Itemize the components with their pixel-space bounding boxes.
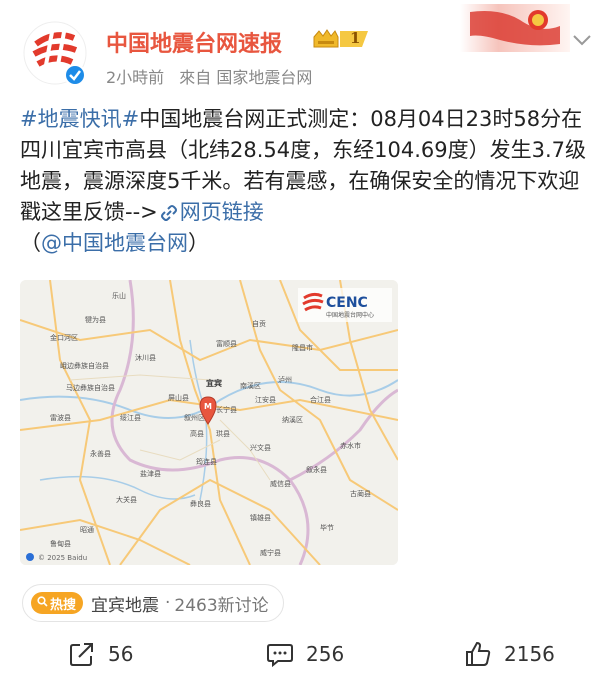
map-label-suijiang: 绥江县	[120, 413, 141, 422]
post-time: 2小時前	[106, 68, 165, 87]
map-label-bijie: 毕节	[320, 523, 334, 532]
map-label-jinkouhe: 金口河区	[50, 333, 78, 342]
share-count: 56	[108, 642, 134, 666]
post-source: 來自 国家地震台网	[179, 68, 313, 87]
link-icon	[160, 205, 177, 221]
cenc-logo-text: CENC	[326, 295, 368, 311]
mention-link[interactable]: @中国地震台网	[41, 231, 188, 255]
map-label-naxi: 纳溪区	[282, 415, 303, 424]
action-bar: 56 256 2156	[0, 640, 612, 680]
web-link-label: 网页链接	[179, 200, 264, 224]
thumbs-up-icon	[466, 641, 491, 666]
map-label-nanxi: 南溪区	[240, 381, 261, 390]
hot-badge-label: 热搜	[50, 597, 77, 613]
like-count: 2156	[504, 642, 555, 666]
map-label-jiangan: 江安县	[255, 395, 276, 404]
map-label-zhenxiong: 镇雄县	[250, 513, 271, 522]
post-header: 中国地震台网速报 1 2小時前 來自 国家地震台网	[0, 0, 612, 96]
map-label-changning: 长宁县	[216, 405, 237, 414]
topic-separator: ·	[165, 593, 171, 613]
mention-close: ）	[188, 231, 209, 255]
epicenter-marker-label: M	[204, 402, 212, 411]
epicenter-map[interactable]: 乐山 自贡 金口河区 犍为县 富顺县 隆昌市 峨边彝族自治县 沐川县 泸州 宜宾…	[20, 280, 398, 565]
share-button[interactable]: 56	[68, 640, 133, 668]
map-label-pingshan: 屏山县	[168, 393, 189, 402]
comment-icon	[267, 644, 293, 668]
topic-name: 宜宾地震	[91, 595, 160, 616]
map-label-muchuan: 沐川县	[135, 353, 156, 362]
post-content: #地震快讯#中国地震台网正式测定：08月04日23时58分在四川宜宾市高县（北纬…	[20, 104, 595, 259]
map-label-yongshan: 永善县	[90, 449, 111, 458]
cenc-logo-subtitle: 中国地震台网中心	[326, 311, 374, 319]
map-label-yiliang: 彝良县	[190, 499, 211, 508]
like-button[interactable]: 2156	[464, 640, 555, 668]
share-icon	[70, 643, 93, 666]
map-label-xingwen: 兴文县	[250, 443, 271, 452]
svg-text:© 2025 Baidu: © 2025 Baidu	[38, 554, 87, 562]
chevron-down-icon[interactable]	[570, 30, 594, 50]
map-label-leibo: 雷波县	[50, 413, 71, 422]
map-label-zhaotong: 昭通	[80, 525, 94, 534]
hot-search-badge: 热搜	[31, 592, 84, 614]
map-label-junlian: 筠连县	[196, 457, 217, 466]
topic-discussion-count: 2463新讨论	[174, 595, 269, 616]
level-number: 1	[350, 29, 361, 47]
map-label-hejiang: 合江县	[310, 395, 331, 404]
map-label-ebian: 峨边彝族自治县	[60, 361, 109, 370]
comment-count: 256	[306, 642, 345, 666]
map-label-fushun: 富顺县	[216, 339, 237, 348]
map-label-chishui: 赤水市	[340, 441, 361, 450]
map-label-leshan: 乐山	[112, 291, 126, 300]
hashtag-link[interactable]: #地震快讯#	[20, 107, 139, 131]
decorative-banner	[460, 4, 570, 52]
web-link[interactable]: 网页链接	[158, 200, 264, 224]
account-name[interactable]: 中国地震台网速报	[106, 26, 282, 58]
cenc-map-logo: CENC 中国地震台网中心	[298, 288, 392, 322]
map-label-ludian: 鲁甸县	[50, 539, 71, 548]
map-label-mabian: 马边彝族自治县	[66, 383, 115, 392]
comment-button[interactable]: 256	[266, 640, 344, 668]
search-icon	[37, 596, 48, 610]
map-label-qianwei: 犍为县	[85, 315, 106, 324]
map-label-longchang: 隆昌市	[292, 343, 313, 352]
map-label-yanjin: 盐津县	[140, 469, 161, 478]
mention-open: （	[20, 231, 41, 255]
post-meta: 2小時前 來自 国家地震台网	[106, 64, 322, 88]
map-label-luzhou: 泸州	[278, 375, 292, 384]
verified-check-icon	[64, 64, 86, 86]
level-badge[interactable]: 1	[312, 27, 372, 51]
map-label-zigong: 自贡	[252, 319, 266, 328]
map-label-yibin: 宜宾	[206, 378, 222, 388]
map-label-gongxian: 珙县	[216, 429, 230, 438]
map-label-xuyong: 叙永县	[306, 465, 327, 474]
map-label-daguan: 大关县	[116, 495, 137, 504]
map-label-gulin: 古蔺县	[350, 489, 371, 498]
map-label-gaoxian: 高县	[190, 429, 204, 438]
map-label-weixin: 威信县	[270, 479, 291, 488]
hot-topic-chip[interactable]: 热搜 宜宾地震 · 2463新讨论	[22, 584, 284, 622]
map-label-weining: 威宁县	[260, 548, 281, 557]
map-image: 乐山 自贡 金口河区 犍为县 富顺县 隆昌市 峨边彝族自治县 沐川县 泸州 宜宾…	[20, 280, 398, 565]
